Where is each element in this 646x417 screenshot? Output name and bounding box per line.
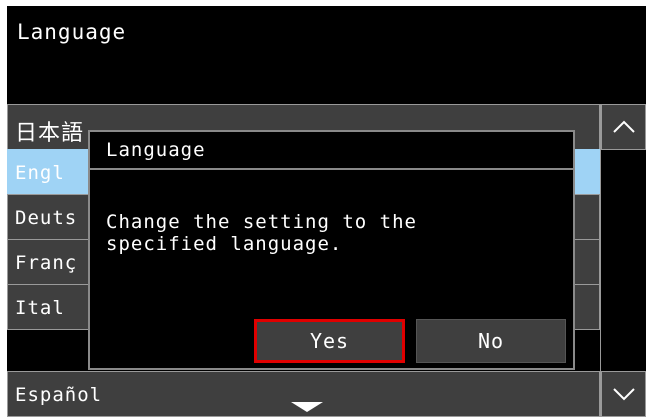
language-screen: Language 日本語 Engl Deuts Franç Ital Españ…	[0, 0, 646, 417]
title-bar: Language	[7, 6, 646, 104]
no-button-label: No	[477, 329, 505, 353]
dialog-title-bar: Language	[90, 132, 573, 170]
yes-button[interactable]: Yes	[254, 319, 405, 363]
page-title: Language	[17, 20, 127, 44]
yes-button-label: Yes	[309, 329, 350, 353]
left-edge	[0, 0, 7, 417]
triangle-down-icon	[291, 402, 323, 412]
dialog-message: Change the setting to the specified lang…	[106, 211, 417, 255]
scrollbar[interactable]	[600, 104, 646, 417]
language-item-label: Ital	[15, 297, 65, 319]
scroll-up-button[interactable]	[601, 104, 646, 150]
language-item-label: Engl	[15, 162, 65, 184]
scroll-track[interactable]	[601, 150, 646, 371]
language-item-label: Deuts	[15, 207, 78, 229]
scroll-down-button[interactable]	[601, 371, 646, 417]
language-item-label: 日本語	[15, 121, 85, 146]
language-item-label: Franç	[15, 252, 78, 274]
chevron-down-icon	[612, 388, 635, 401]
no-button[interactable]: No	[416, 319, 566, 363]
dialog-title: Language	[106, 139, 206, 161]
language-dialog: Language Change the setting to the speci…	[88, 130, 575, 370]
chevron-up-icon	[612, 120, 635, 133]
language-item-label: Español	[15, 384, 103, 406]
